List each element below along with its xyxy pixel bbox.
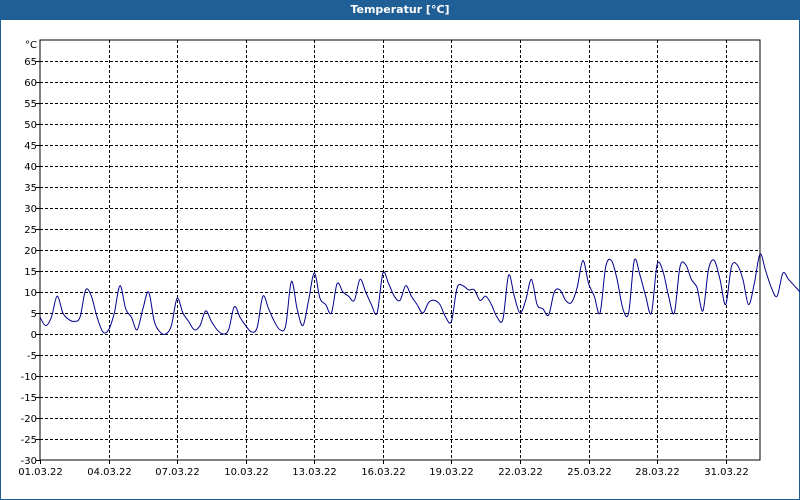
x-tick-label: 22.03.22 [498, 467, 543, 478]
y-tick-label: -15 [21, 393, 37, 404]
y-tick-label: 20 [24, 246, 37, 257]
x-tick-label: 31.03.22 [704, 467, 749, 478]
y-tick-label: 45 [24, 141, 37, 152]
grid-lines [40, 40, 760, 460]
y-tick-label: 0 [31, 330, 37, 341]
x-tick-label: 07.03.22 [155, 467, 200, 478]
y-tick-label: 60 [24, 78, 37, 89]
y-tick-label: -30 [21, 456, 37, 467]
y-tick-label: 40 [24, 162, 37, 173]
y-tick-label: 55 [24, 99, 37, 110]
y-tick-label: -25 [21, 435, 37, 446]
x-tick-label: 16.03.22 [361, 467, 406, 478]
y-tick-label: 65 [24, 57, 37, 68]
y-tick-label: 35 [24, 183, 37, 194]
y-tick-label: 5 [31, 309, 37, 320]
x-tick-label: 19.03.22 [429, 467, 474, 478]
y-tick-label: 30 [24, 204, 37, 215]
y-tick-label: -10 [21, 372, 37, 383]
y-tick-label: 10 [24, 288, 37, 299]
y-tick-label: 25 [24, 225, 37, 236]
y-tick-label: -20 [21, 414, 37, 425]
x-tick-label: 25.03.22 [567, 467, 612, 478]
temperature-chart: 65605550454035302520151050-5-10-15-20-25… [18, 39, 800, 478]
y-tick-label: 50 [24, 120, 37, 131]
x-tick-label: 04.03.22 [87, 467, 132, 478]
y-tick-label: -5 [27, 351, 37, 362]
x-tick-label: 01.03.22 [18, 467, 63, 478]
x-tick-label: 28.03.22 [635, 467, 680, 478]
y-tick-label: 15 [24, 267, 37, 278]
x-tick-label: 10.03.22 [224, 467, 269, 478]
x-tick-label: 13.03.22 [292, 467, 337, 478]
y-axis-label: °C [25, 40, 37, 51]
